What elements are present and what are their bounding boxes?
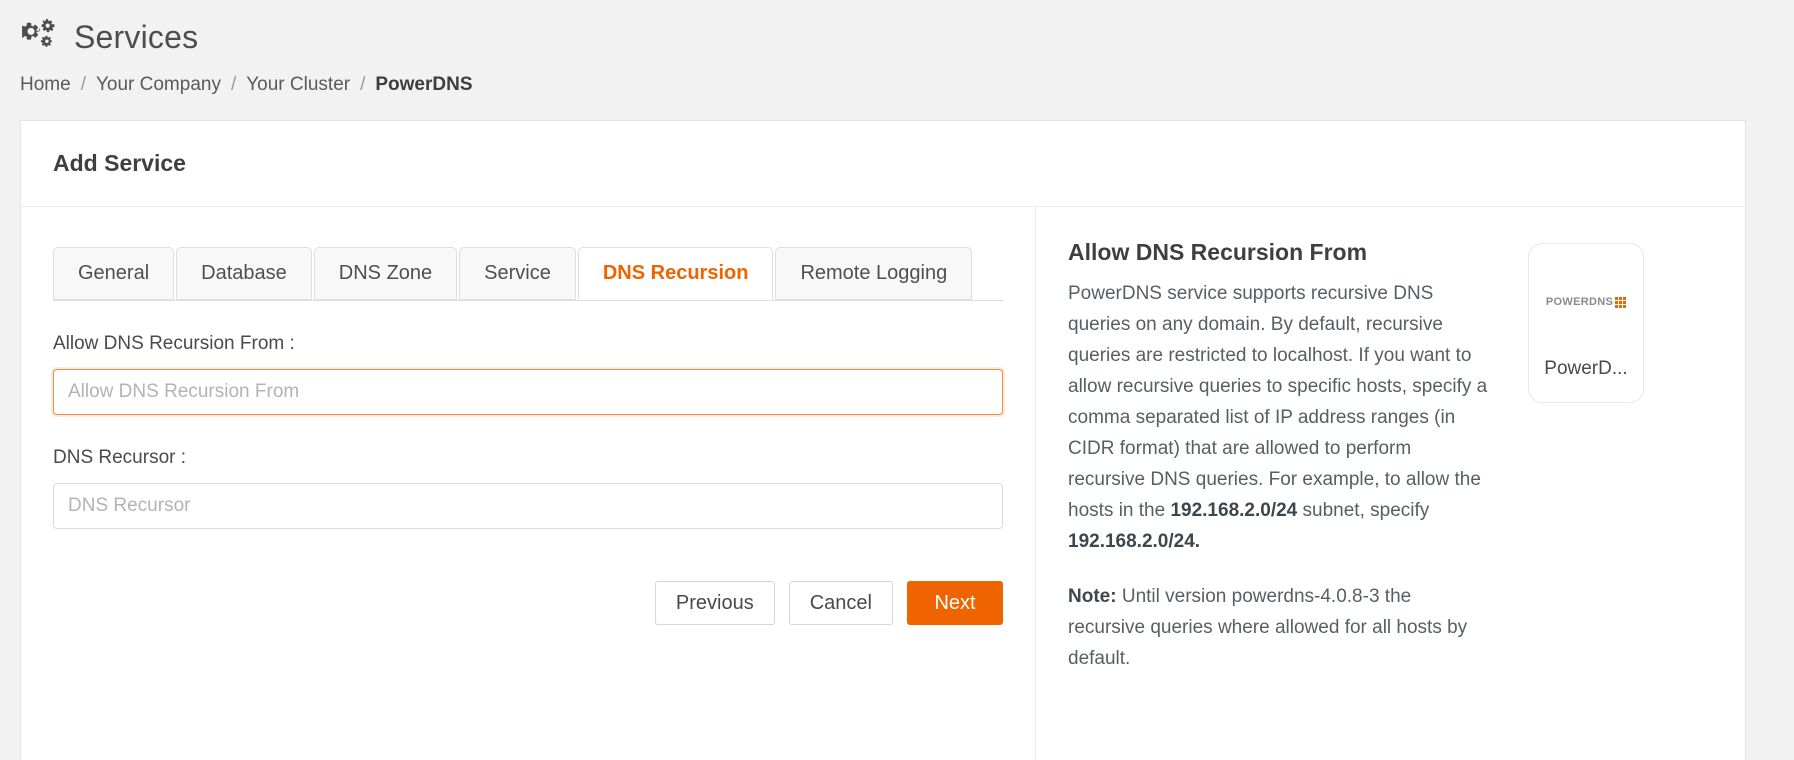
- cancel-button[interactable]: Cancel: [788, 581, 893, 625]
- allow-dns-recursion-from-input[interactable]: [53, 369, 1003, 415]
- breadcrumb: Home / Your Company / Your Cluster / Pow…: [0, 62, 1794, 108]
- help-description: PowerDNS service supports recursive DNS …: [1068, 278, 1488, 557]
- page-title: Services: [74, 18, 199, 55]
- tab-remote-logging[interactable]: Remote Logging: [775, 247, 973, 300]
- help-note: Note: Until version powerdns-4.0.8-3 the…: [1068, 581, 1488, 674]
- help-title: Allow DNS Recursion From: [1068, 239, 1368, 265]
- help-note-label: Note:: [1068, 586, 1117, 607]
- help-note-text: Until version powerdns-4.0.8-3 the recur…: [1068, 586, 1468, 669]
- tab-general[interactable]: General: [53, 247, 175, 300]
- breadcrumb-item-powerdns: PowerDNS: [375, 74, 473, 95]
- breadcrumb-separator: /: [80, 74, 86, 95]
- powerdns-logo-tile[interactable]: POWERDNS PowerD...: [1528, 243, 1644, 403]
- breadcrumb-item-your-cluster[interactable]: Your Cluster: [246, 74, 350, 96]
- breadcrumb-item-your-company[interactable]: Your Company: [96, 74, 221, 96]
- previous-button[interactable]: Previous: [654, 581, 775, 625]
- tab-database[interactable]: Database: [176, 247, 312, 300]
- help-description-part-1: PowerDNS service supports recursive DNS …: [1068, 283, 1488, 521]
- powerdns-logo-icon: POWERDNS: [1545, 296, 1627, 308]
- help-text: Allow DNS Recursion From PowerDNS servic…: [1068, 239, 1488, 760]
- field-allow-dns-recursion-from: Allow DNS Recursion From :: [53, 333, 1003, 415]
- tab-dns-zone[interactable]: DNS Zone: [313, 247, 458, 300]
- powerdns-logo-caption: PowerD...: [1544, 358, 1628, 379]
- tab-service[interactable]: Service: [459, 247, 576, 300]
- tab-dns-recursion[interactable]: DNS Recursion: [577, 247, 774, 300]
- allow-dns-recursion-from-label: Allow DNS Recursion From :: [53, 333, 295, 354]
- help-description-part-2: subnet, specify: [1297, 500, 1430, 521]
- card-header: Add Service: [21, 121, 1745, 207]
- add-service-card: Add Service General Database DNS Zone Se…: [20, 120, 1746, 760]
- service-logo-tile-wrap: POWERDNS PowerD...: [1498, 239, 1644, 760]
- next-button[interactable]: Next: [907, 581, 1003, 625]
- breadcrumb-separator: /: [360, 74, 366, 95]
- powerdns-dot-grid-icon: [1615, 296, 1627, 308]
- service-form: General Database DNS Zone Service DNS Re…: [21, 207, 1035, 760]
- page-header: Services: [0, 0, 1794, 62]
- cogs-icon: [22, 18, 60, 57]
- help-panel: Allow DNS Recursion From PowerDNS servic…: [1035, 207, 1745, 760]
- help-cidr-example-2: 192.168.2.0/24.: [1068, 531, 1201, 552]
- card-title: Add Service: [53, 150, 186, 176]
- card-body: General Database DNS Zone Service DNS Re…: [21, 207, 1745, 760]
- breadcrumb-separator: /: [230, 74, 237, 95]
- breadcrumb-item-home[interactable]: Home: [20, 74, 71, 96]
- form-actions: Previous Cancel Next: [53, 581, 1003, 625]
- field-dns-recursor: DNS Recursor :: [53, 447, 1003, 529]
- dns-recursor-input[interactable]: [53, 483, 1003, 529]
- powerdns-logo-word: POWERDNS: [1545, 296, 1614, 308]
- dns-recursor-label: DNS Recursor :: [53, 447, 187, 468]
- help-cidr-example-1: 192.168.2.0/24: [1170, 500, 1298, 521]
- wizard-tabs: General Database DNS Zone Service DNS Re…: [53, 245, 1003, 301]
